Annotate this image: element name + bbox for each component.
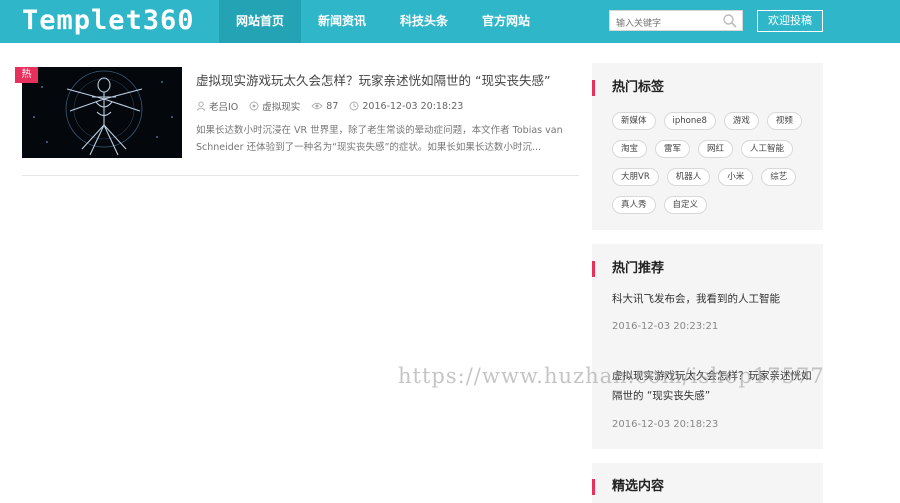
tag-item[interactable]: 视频 [766, 112, 802, 130]
submit-article-button[interactable]: 欢迎投稿 [757, 10, 823, 32]
recommend-item-date: 2016-12-03 20:23:21 [612, 321, 719, 332]
eye-icon [311, 102, 323, 110]
category-name: 虚拟现实 [262, 102, 301, 113]
tag-item[interactable]: 游戏 [723, 112, 759, 130]
category-icon [249, 101, 259, 111]
tag-item[interactable]: 真人秀 [612, 196, 656, 214]
tag-item[interactable]: 新媒体 [612, 112, 656, 130]
search-icon[interactable] [722, 13, 738, 29]
site-logo[interactable]: Templet360 [22, 4, 195, 38]
article-card: 热 虚拟现实游戏玩太久会怎样？玩家亲述恍如隔世的 “现实丧失感” 老吕IO 虚拟… [15, 67, 579, 176]
tag-item[interactable]: 机器人 [666, 168, 711, 186]
recommend-item-title[interactable]: 虚拟现实游戏玩太久会怎样？玩家亲述恍如隔世的 “现实丧失感” [612, 366, 812, 406]
hot-tags-widget: 热门标签 新媒体 iphone8 游戏 视频 淘宝 雷军 网红 人工智能 大朋V… [592, 63, 823, 230]
meta-views: 87 [311, 101, 338, 112]
tag-item[interactable]: 雷军 [655, 140, 691, 158]
article-excerpt: 如果长达数小时沉浸在 VR 世界里，除了老生常谈的晕动症问题，本文作者 Tobi… [196, 125, 563, 153]
tag-item[interactable]: 网红 [698, 140, 734, 158]
featured-widget: 精选内容 [592, 463, 823, 503]
hot-badge: 热 [15, 67, 38, 83]
clock-icon [349, 101, 359, 111]
user-icon [196, 101, 206, 111]
tag-item[interactable]: 综艺 [761, 168, 797, 186]
hot-recommend-widget: 热门推荐 科大讯飞发布会，我看到的人工智能 2016-12-03 20:23:2… [592, 244, 823, 449]
recommend-item-date: 2016-12-03 20:18:23 [612, 419, 719, 430]
hot-tags-title: 热门标签 [592, 80, 664, 96]
article-meta: 老吕IO 虚拟现实 87 2016-12-03 20:18:23 [196, 99, 474, 113]
publish-date: 2016-12-03 20:18:23 [362, 100, 464, 112]
meta-category[interactable]: 虚拟现实 [249, 99, 300, 113]
article-title[interactable]: 虚拟现实游戏玩太久会怎样？玩家亲述恍如隔世的 “现实丧失感” [196, 70, 576, 89]
author-name: 老吕IO [209, 102, 239, 113]
search-input[interactable] [610, 14, 718, 34]
search-box [609, 10, 743, 34]
meta-date: 2016-12-03 20:18:23 [349, 101, 463, 112]
vr-figure-image [22, 67, 182, 158]
nav-news[interactable]: 新闻资讯 [301, 0, 383, 43]
tag-item[interactable]: 人工智能 [741, 140, 794, 158]
hot-recommend-title: 热门推荐 [592, 261, 664, 277]
article-thumbnail[interactable] [22, 67, 182, 158]
top-header: Templet360 网站首页 新闻资讯 科技头条 官方网站 欢迎投稿 [0, 0, 900, 43]
nav-home[interactable]: 网站首页 [219, 0, 302, 43]
tag-item[interactable]: 小米 [718, 168, 754, 186]
view-count: 87 [326, 100, 339, 112]
tag-item[interactable]: iphone8 [663, 112, 716, 130]
nav-tech-headlines[interactable]: 科技头条 [383, 0, 465, 43]
meta-author[interactable]: 老吕IO [196, 99, 238, 113]
featured-title: 精选内容 [592, 479, 664, 495]
tag-item[interactable]: 淘宝 [612, 140, 648, 158]
tag-cloud: 新媒体 iphone8 游戏 视频 淘宝 雷军 网红 人工智能 大朋VR 机器人… [612, 112, 812, 224]
nav-official-site[interactable]: 官方网站 [465, 0, 547, 43]
tag-item[interactable]: 大朋VR [612, 168, 659, 186]
main-nav: 网站首页 新闻资讯 科技头条 官方网站 [219, 0, 547, 43]
tag-item[interactable]: 自定义 [663, 196, 708, 214]
recommend-item-title[interactable]: 科大讯飞发布会，我看到的人工智能 [612, 289, 812, 309]
